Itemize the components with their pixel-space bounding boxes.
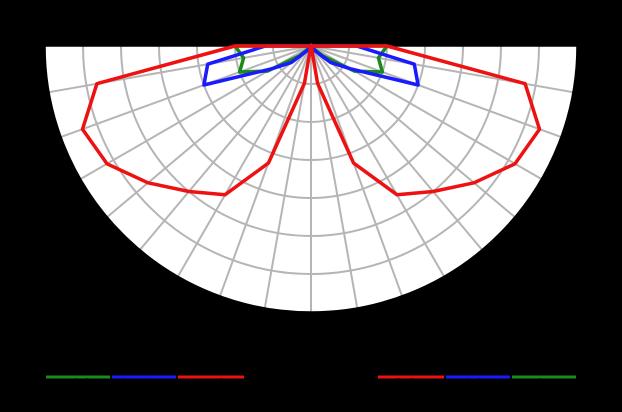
legend-label: 180° — [57, 375, 103, 397]
angle-tick-label: 10 — [350, 320, 374, 342]
angle-tick-label: 70 — [28, 136, 52, 158]
angle-tick-label: 50 — [77, 223, 101, 245]
angle-tick-label: 80 — [582, 87, 606, 109]
radial-tick-label: 500 — [227, 21, 263, 43]
angle-tick-label: 20 — [398, 308, 422, 330]
angle-tick-label: 30 — [443, 287, 467, 309]
legend-label: 150° — [191, 375, 237, 397]
legend: 180° 270° 150° 30° 90° 0° — [46, 375, 576, 397]
angle-tick-label: 80 — [16, 87, 40, 109]
angle-tick-label: 40 — [113, 258, 137, 280]
angle-tick-label: 20 — [200, 308, 224, 330]
angle-tick-label: 60 — [48, 181, 72, 203]
angle-zero-label: 0° — [300, 326, 322, 348]
angle-tick-label: 60 — [549, 181, 573, 203]
angle-tick-label: 70 — [570, 136, 594, 158]
angle-tick-label: 10 — [249, 320, 273, 342]
angle-tick-label: 90 — [12, 36, 36, 58]
legend-label: 30° — [393, 375, 427, 397]
legend-label: 90° — [461, 375, 495, 397]
polar-intensity-chart: 1500 1000 500 cd/klm 90 80 70 60 50 40 3… — [12, 21, 610, 397]
angle-tick-label: 40 — [485, 258, 509, 280]
legend-label: 270° — [119, 375, 165, 397]
radial-tick-label: 1000 — [166, 21, 214, 43]
legend-label: 0° — [533, 375, 555, 397]
angle-tick-label: 50 — [521, 223, 545, 245]
unit-label: cd/klm — [508, 21, 572, 43]
radial-tick-label: 1500 — [88, 21, 136, 43]
angle-tick-label: 90 — [586, 36, 610, 58]
angle-tick-label: 30 — [155, 287, 179, 309]
